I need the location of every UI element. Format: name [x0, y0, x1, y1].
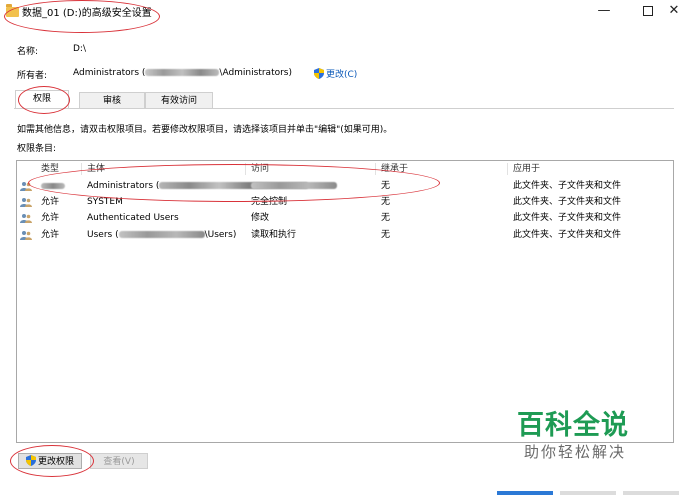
- tab-auditing[interactable]: 审核: [79, 92, 145, 109]
- column-separator: [507, 163, 508, 175]
- principal-prefix: Users (: [87, 230, 119, 240]
- row-access: 修改: [251, 213, 270, 223]
- user-group-icon: [20, 231, 32, 240]
- redacted-text: [118, 231, 205, 238]
- row-applies-to: 此文件夹、子文件夹和文件: [513, 181, 622, 191]
- annotation-ellipse-button: [10, 445, 94, 477]
- redacted-text: [145, 69, 220, 76]
- principal-suffix: \Users): [204, 230, 237, 240]
- change-owner-label: 更改(C): [326, 70, 358, 80]
- permission-entries-list[interactable]: 类型 主体 访问 继承于 应用于 Administrators ( 无 此文件夹…: [16, 160, 674, 443]
- row-applies-to: 此文件夹、子文件夹和文件: [513, 197, 622, 207]
- column-header-applies-to[interactable]: 应用于: [513, 162, 540, 176]
- row-type: 允许: [41, 213, 60, 223]
- row-principal: Users ( \Users): [87, 227, 236, 243]
- annotation-ellipse-tab: [18, 86, 70, 114]
- row-inherited: 无: [381, 197, 391, 207]
- table-row[interactable]: 允许 Users ( \Users) 读取和执行 无 此文件夹、子文件夹和文件: [17, 227, 673, 243]
- tab-divider: [14, 108, 674, 109]
- user-group-icon: [20, 214, 32, 223]
- minimize-button[interactable]: —: [582, 0, 626, 24]
- ok-button-edge[interactable]: [497, 491, 553, 495]
- table-row[interactable]: 允许 Authenticated Users 修改 无 此文件夹、子文件夹和文件: [17, 210, 673, 226]
- entries-label: 权限条目:: [17, 144, 57, 154]
- annotation-ellipse-row: [28, 164, 440, 202]
- row-type: 允许: [41, 230, 60, 240]
- view-button[interactable]: 查看(V): [90, 453, 148, 469]
- close-button[interactable]: ✕: [652, 0, 692, 24]
- row-applies-to: 此文件夹、子文件夹和文件: [513, 213, 622, 223]
- name-label: 名称:: [17, 47, 39, 57]
- watermark-logo: 百科全说: [517, 410, 629, 441]
- uac-shield-icon: [314, 68, 324, 79]
- apply-button-edge[interactable]: [623, 491, 679, 495]
- name-value: D:\: [73, 44, 86, 54]
- row-applies-to: 此文件夹、子文件夹和文件: [513, 230, 622, 240]
- tab-effective-access[interactable]: 有效访问: [145, 92, 213, 109]
- row-access: 读取和执行: [251, 230, 297, 240]
- row-inherited: 无: [381, 230, 391, 240]
- row-type: 允许: [41, 197, 60, 207]
- change-owner-link[interactable]: 更改(C): [314, 67, 357, 80]
- user-group-icon: [20, 198, 32, 207]
- owner-label: 所有者:: [17, 71, 48, 81]
- instructions-text: 如需其他信息，请双击权限项目。若要修改权限项目，请选择该项目并单击"编辑"(如果…: [17, 125, 393, 135]
- annotation-ellipse-title: [4, 0, 160, 33]
- cancel-button-edge[interactable]: [560, 491, 616, 495]
- row-inherited: 无: [381, 213, 391, 223]
- owner-value: Administrators ( \Administrators): [73, 68, 292, 78]
- row-principal: Authenticated Users: [87, 213, 179, 223]
- watermark-tagline: 助你轻松解决: [524, 443, 627, 461]
- owner-suffix: \Administrators): [219, 68, 293, 78]
- owner-prefix: Administrators (: [73, 68, 146, 78]
